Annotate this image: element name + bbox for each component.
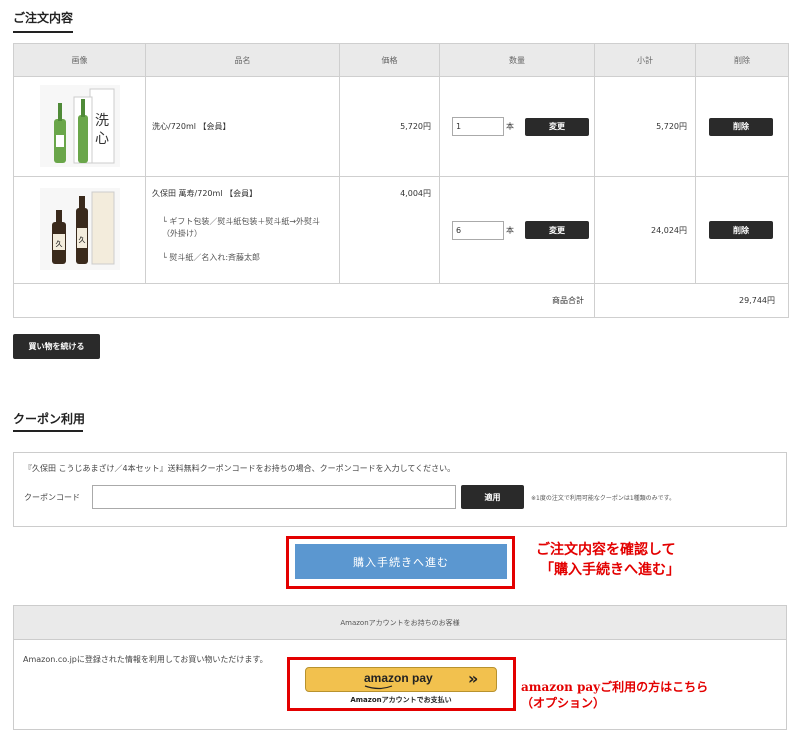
product-price: 4,004円 [339, 176, 440, 284]
amazon-pay-logo: amazon pay [364, 671, 433, 685]
qty-unit: 本 [506, 122, 514, 131]
coupon-note: ※1度の注文で利用可能なクーポンは1種類のみです。 [531, 495, 676, 502]
product-name: 久保田 萬寿/720ml 【会員】 [152, 189, 258, 198]
product-name-cell: 洗心/720ml 【会員】 [145, 76, 340, 177]
col-header-delete: 削除 [695, 43, 789, 77]
col-header-name: 品名 [145, 43, 340, 77]
checkout-annotation-line2: 「購入手続きへ進む」 [540, 562, 680, 578]
qty-unit: 本 [506, 225, 514, 235]
update-quantity-button[interactable]: 変更 [525, 117, 589, 136]
quantity-input[interactable]: 1 [452, 117, 504, 136]
col-header-image: 画像 [13, 43, 146, 77]
apply-coupon-button[interactable]: 適用 [461, 485, 524, 509]
amazon-pay-caption: Amazonアカウントでお支払い [350, 696, 452, 704]
product-image-sake-bottles: 洗 心 [39, 84, 120, 167]
coupon-code-label: クーポンコード [24, 493, 80, 502]
amazon-annotation: amazon payご利用の方はこちら （オプション） [521, 679, 708, 711]
amazon-annotation-line2: （オプション） [521, 696, 606, 710]
qty-cell: 6 本 変更 [439, 176, 595, 284]
product-subtotal: 24,024円 [594, 176, 696, 284]
col-header-price: 価格 [339, 43, 440, 77]
checkout-annotation: ご注文内容を確認して 「購入手続きへ進む」 [536, 540, 680, 580]
svg-text:洗: 洗 [95, 113, 109, 129]
coupon-code-input[interactable] [92, 485, 456, 509]
order-table: 画像 品名 価格 数量 小計 削除 洗 心 洗心/720ml 【会員】 5,72… [13, 43, 789, 318]
col-header-subtotal: 小計 [594, 43, 696, 77]
product-image-sake-bottles: 久 久 [39, 188, 120, 270]
delete-cell: 削除 [695, 176, 789, 284]
product-subtotal: 5,720円 [594, 76, 696, 177]
svg-text:久: 久 [55, 239, 62, 248]
col-header-qty: 数量 [439, 43, 595, 77]
amazon-pay-button[interactable]: amazon pay » [305, 667, 497, 692]
table-row: 洗 心 洗心/720ml 【会員】 5,720円 1 本 変更 5,720円 削… [13, 76, 789, 177]
coupon-box: 『久保田 こうじあまざけ／4本セット』送料無料クーポンコードをお持ちの場合、クー… [13, 452, 787, 527]
product-price: 5,720円 [339, 76, 440, 177]
total-row: 商品合計 29,744円 [13, 283, 789, 318]
svg-text:心: 心 [95, 131, 109, 147]
product-image-cell: 久 久 [13, 176, 146, 284]
product-name-cell: 久保田 萬寿/720ml 【会員】 └ ギフト包装／熨斗紙包装＋熨斗紙→外熨斗（… [145, 176, 340, 284]
qty-cell: 1 本 変更 [439, 76, 595, 177]
product-option-noshi: └ 熨斗紙／名入れ:斉藤太郎 [162, 253, 261, 262]
delete-cell: 削除 [695, 76, 789, 177]
order-section-title: ご注文内容 [13, 11, 74, 25]
amazon-annotation-line1: amazon payご利用の方はこちら [521, 680, 709, 694]
proceed-checkout-button[interactable]: 購入手続きへ進む [295, 544, 507, 579]
update-quantity-button[interactable]: 変更 [525, 221, 589, 239]
checkout-annotation-line1: ご注文内容を確認して [536, 542, 676, 558]
amazon-description: Amazon.co.jpに登録された情報を利用してお買い物いただけます。 [23, 655, 268, 664]
chevron-double-right-icon: » [468, 669, 479, 688]
total-label: 商品合計 [13, 283, 595, 318]
order-header-row: 画像 品名 価格 数量 小計 削除 [13, 43, 789, 77]
product-image-cell: 洗 心 [13, 76, 146, 177]
amazon-smile-icon [364, 685, 393, 690]
svg-text:久: 久 [78, 235, 85, 244]
amazon-header: Amazonアカウントをお持ちのお客様 [14, 606, 786, 640]
coupon-notice: 『久保田 こうじあまざけ／4本セット』送料無料クーポンコードをお持ちの場合、クー… [24, 464, 456, 473]
continue-shopping-button[interactable]: 買い物を続ける [13, 334, 100, 359]
coupon-title-underline [13, 430, 83, 432]
product-option-gift: └ ギフト包装／熨斗紙包装＋熨斗紙→外熨斗（外掛け） [162, 217, 321, 238]
delete-item-button[interactable]: 削除 [709, 221, 773, 239]
quantity-input[interactable]: 6 [452, 220, 504, 240]
product-name: 洗心/720ml 【会員】 [152, 122, 231, 131]
total-value: 29,744円 [594, 283, 789, 318]
coupon-section-title: クーポン利用 [13, 412, 86, 426]
table-row: 久 久 久保田 萬寿/720ml 【会員】 └ ギフト包装／熨斗紙包装＋熨斗紙→… [13, 176, 789, 284]
order-title-underline [13, 31, 73, 33]
delete-item-button[interactable]: 削除 [709, 117, 773, 136]
